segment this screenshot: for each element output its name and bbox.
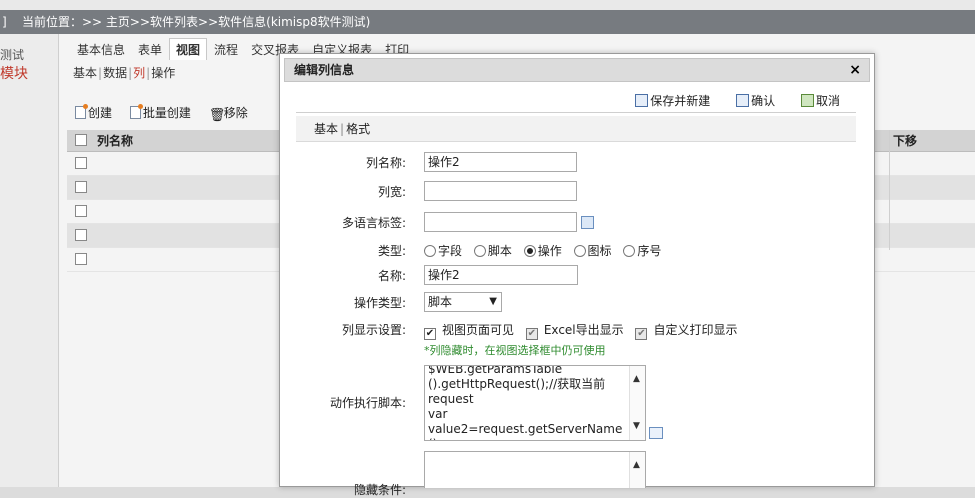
checkbox-checked[interactable]: ✔ bbox=[424, 328, 436, 340]
textarea-scrollbar[interactable]: ▲ ▼ bbox=[629, 366, 645, 440]
tab-form[interactable]: 表单 bbox=[132, 39, 168, 61]
breadcrumb-bracket: ] bbox=[2, 15, 7, 29]
dialog-title: 编辑列信息 bbox=[294, 63, 355, 77]
type-option-script[interactable]: 脚本 bbox=[473, 244, 512, 258]
display-label: 列显示设置: bbox=[341, 323, 406, 337]
create-label: 创建 bbox=[88, 106, 113, 120]
new-document-icon bbox=[75, 104, 88, 119]
breadcrumb: ] 当前位置：>> 主页>>软件列表>>软件信息(kimisp8软件测试) bbox=[0, 10, 975, 34]
option-custom-print[interactable]: ✔ 自定义打印显示 bbox=[635, 323, 737, 340]
subtab-basic[interactable]: 基本 bbox=[73, 66, 97, 80]
move-down-header: 下移 bbox=[893, 134, 918, 148]
tab-flow[interactable]: 流程 bbox=[208, 39, 244, 61]
cancel-icon bbox=[800, 94, 814, 107]
subtab-column[interactable]: 列 bbox=[133, 66, 145, 80]
type-option-operation[interactable]: 操作 bbox=[523, 244, 562, 258]
select-all-checkbox[interactable] bbox=[75, 134, 87, 146]
column-width-label: 列宽: bbox=[377, 185, 406, 199]
trash-icon: 🗑 bbox=[208, 108, 226, 123]
edit-column-dialog: 编辑列信息 × 保存并新建 确认 取消 基本 | 格式 列名称: 操作2 列宽: 多… bbox=[279, 53, 875, 497]
dialog-divider bbox=[296, 112, 856, 113]
save-icon bbox=[736, 94, 750, 107]
textarea-scrollbar[interactable]: ▲ bbox=[629, 452, 645, 488]
cancel-label: 取消 bbox=[815, 94, 840, 108]
checkbox-checked-disabled[interactable]: ✔ bbox=[525, 328, 538, 340]
dialog-tab-bar: 基本 | 格式 bbox=[296, 116, 856, 142]
batch-create-label: 批量创建 bbox=[142, 106, 191, 120]
subtab-bar: 基本|数据|列|操作 bbox=[73, 64, 175, 81]
column-width-input[interactable] bbox=[424, 181, 577, 201]
create-button[interactable]: 创建 bbox=[75, 104, 112, 121]
hidden-column-note: *列隐藏时，在视图选择框中仍可使用 bbox=[424, 344, 606, 357]
dialog-actions: 保存并新建 确认 取消 bbox=[613, 92, 840, 109]
script-label: 动作执行脚本: bbox=[329, 396, 406, 410]
row-checkbox[interactable] bbox=[75, 157, 87, 169]
script-textarea[interactable]: $WEB.getParamsTable ().getHttpRequest();… bbox=[424, 365, 646, 441]
row-checkbox[interactable] bbox=[75, 205, 87, 217]
script-content: $WEB.getParamsTable ().getHttpRequest();… bbox=[428, 365, 623, 440]
top-strip bbox=[0, 0, 975, 10]
chevron-down-icon: ▼ bbox=[489, 296, 497, 307]
subtab-data[interactable]: 数据 bbox=[103, 66, 127, 80]
grid-divider bbox=[889, 130, 890, 250]
operation-type-select[interactable]: 脚本 ▼ bbox=[424, 292, 502, 312]
dialog-title-bar[interactable]: 编辑列信息 × bbox=[284, 58, 870, 82]
option-excel-export[interactable]: ✔ Excel导出显示 bbox=[525, 323, 624, 340]
row-checkbox[interactable] bbox=[75, 229, 87, 241]
type-option-serial[interactable]: 序号 bbox=[623, 244, 661, 258]
tab-format[interactable]: 格式 bbox=[346, 122, 370, 136]
subtab-operation[interactable]: 操作 bbox=[151, 66, 175, 80]
save-icon bbox=[635, 94, 649, 107]
scroll-down-icon[interactable]: ▼ bbox=[633, 419, 640, 434]
save-and-new-label: 保存并新建 bbox=[650, 94, 711, 108]
tab-view[interactable]: 视图 bbox=[169, 38, 208, 60]
left-panel-module[interactable]: 模块 bbox=[0, 63, 28, 83]
column-name-label: 列名称: bbox=[365, 156, 406, 170]
radio-button[interactable] bbox=[473, 245, 486, 257]
tab-basic[interactable]: 基本 bbox=[314, 122, 338, 136]
hidden-condition-textarea[interactable]: ▲ bbox=[424, 451, 646, 488]
remove-label: 移除 bbox=[223, 106, 248, 120]
confirm-button[interactable]: 确认 bbox=[736, 92, 775, 109]
column-name-input[interactable]: 操作2 bbox=[424, 152, 577, 172]
script-editor-icon[interactable] bbox=[649, 427, 663, 439]
tab-separator: | bbox=[340, 122, 345, 136]
radio-button[interactable] bbox=[424, 245, 436, 257]
toolbar: 创建 批量创建 🗑移除 bbox=[75, 104, 262, 122]
left-panel-item[interactable]: 测试 bbox=[0, 46, 24, 63]
cancel-button[interactable]: 取消 bbox=[800, 92, 840, 109]
operation-type-label: 操作类型: bbox=[353, 296, 406, 310]
type-option-icon[interactable]: 图标 bbox=[573, 244, 612, 258]
close-icon[interactable]: × bbox=[849, 59, 861, 81]
radio-button[interactable] bbox=[573, 245, 586, 257]
tab-basic-info[interactable]: 基本信息 bbox=[71, 39, 131, 61]
i18n-label: 多语言标签: bbox=[341, 216, 406, 230]
new-document-icon bbox=[129, 104, 143, 119]
breadcrumb-location: 当前位置：>> 主页>>软件列表>>软件信息(kimisp8软件测试) bbox=[22, 15, 371, 29]
row-checkbox[interactable] bbox=[75, 253, 87, 265]
option-view-visible[interactable]: ✔ 视图页面可见 bbox=[424, 323, 514, 340]
row-checkbox[interactable] bbox=[75, 181, 87, 193]
batch-create-button[interactable]: 批量创建 bbox=[129, 104, 191, 121]
radio-button-selected[interactable] bbox=[523, 245, 536, 257]
hidden-condition-label: 隐藏条件: bbox=[353, 483, 406, 497]
left-panel: 测试 模块 bbox=[0, 34, 58, 487]
edit-i18n-icon[interactable] bbox=[581, 215, 594, 229]
i18n-input[interactable] bbox=[424, 212, 577, 232]
type-label: 类型: bbox=[377, 244, 406, 258]
confirm-label: 确认 bbox=[751, 94, 776, 108]
column-name-header: 列名称 bbox=[97, 134, 134, 148]
checkbox-checked-disabled[interactable]: ✔ bbox=[635, 328, 648, 340]
scroll-up-icon[interactable]: ▲ bbox=[633, 372, 640, 387]
scroll-up-icon[interactable]: ▲ bbox=[633, 458, 640, 473]
radio-button[interactable] bbox=[623, 245, 636, 257]
remove-button[interactable]: 🗑移除 bbox=[209, 104, 248, 122]
name-input[interactable]: 操作2 bbox=[424, 265, 578, 285]
type-option-field[interactable]: 字段 bbox=[424, 244, 462, 258]
name-label: 名称: bbox=[377, 269, 406, 283]
save-and-new-button[interactable]: 保存并新建 bbox=[635, 92, 710, 109]
